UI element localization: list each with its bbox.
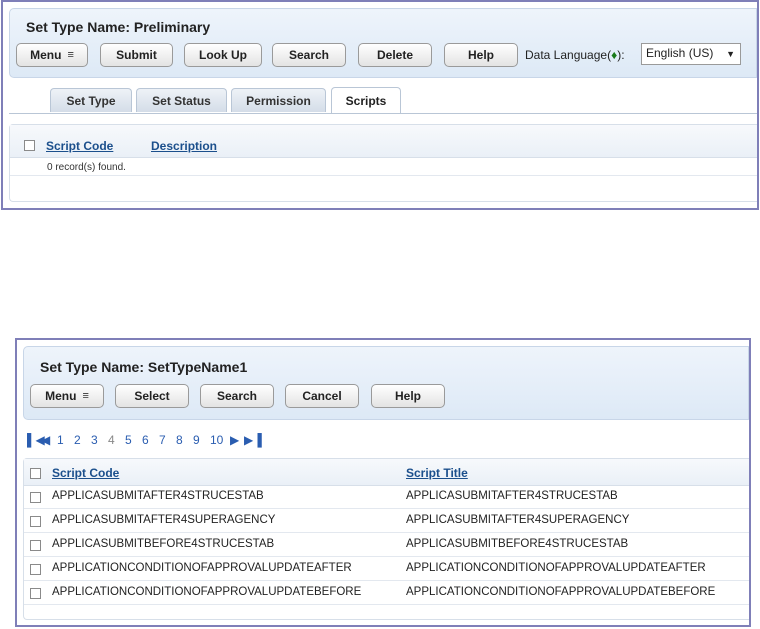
page-link-7[interactable]: 7 <box>159 433 166 447</box>
menu-button-label: Menu <box>30 48 62 62</box>
menu-lines-icon: ≡ <box>82 390 89 402</box>
data-language-label: Data Language(♦): <box>525 48 625 62</box>
page-current-4: 4 <box>108 433 115 447</box>
submit-button[interactable]: Submit <box>100 43 173 67</box>
table-header: Script Code Script Title <box>24 459 749 486</box>
select-all-checkbox[interactable] <box>24 140 35 151</box>
table-row[interactable]: APPLICATIONCONDITIONOFAPPROVALUPDATEAFTE… <box>24 557 749 581</box>
row-checkbox[interactable] <box>30 516 41 527</box>
help-button[interactable]: Help <box>444 43 518 67</box>
script-code-cell: APPLICATIONCONDITIONOFAPPROVALUPDATEBEFO… <box>52 586 362 598</box>
prev-page-icon[interactable]: ◀ <box>41 433 50 447</box>
page-title: Set Type Name: Preliminary <box>26 19 211 35</box>
search-button[interactable]: Search <box>272 43 346 67</box>
column-header-script-code[interactable]: Script Code <box>52 466 119 480</box>
next-page-icon[interactable]: ▶ <box>230 433 239 447</box>
script-title-cell: APPLICATIONCONDITIONOFAPPROVALUPDATEBEFO… <box>406 586 716 598</box>
script-title-cell: APPLICASUBMITAFTER4STRUCESTAB <box>406 490 618 502</box>
data-language-value: English (US) <box>646 46 714 60</box>
script-title-cell: APPLICASUBMITBEFORE4STRUCESTAB <box>406 538 629 550</box>
row-checkbox[interactable] <box>30 564 41 575</box>
page-link-9[interactable]: 9 <box>193 433 200 447</box>
script-code-cell: APPLICASUBMITAFTER4STRUCESTAB <box>52 490 264 502</box>
table-row[interactable]: APPLICASUBMITAFTER4STRUCESTAB APPLICASUB… <box>24 485 749 509</box>
panel-header: Set Type Name: Preliminary Menu ≡ Submit… <box>9 8 757 78</box>
data-language-text: Data Language( <box>525 48 612 62</box>
script-code-cell: APPLICASUBMITAFTER4SUPERAGENCY <box>52 514 276 526</box>
page-title: Set Type Name: SetTypeName1 <box>40 359 248 375</box>
cancel-button[interactable]: Cancel <box>285 384 359 408</box>
page-link-6[interactable]: 6 <box>142 433 149 447</box>
select-all-checkbox[interactable] <box>30 468 41 479</box>
row-checkbox[interactable] <box>30 492 41 503</box>
column-header-script-title[interactable]: Script Title <box>406 466 468 480</box>
help-button[interactable]: Help <box>371 384 445 408</box>
tab-set-status[interactable]: Set Status <box>136 88 227 112</box>
column-header-script-code[interactable]: Script Code <box>46 139 113 153</box>
row-checkbox[interactable] <box>30 588 41 599</box>
menu-button[interactable]: Menu ≡ <box>30 384 104 408</box>
page-link-5[interactable]: 5 <box>125 433 132 447</box>
select-button[interactable]: Select <box>115 384 189 408</box>
set-type-panel-settypename1: Set Type Name: SetTypeName1 Menu ≡ Selec… <box>15 338 751 627</box>
tab-divider <box>9 113 757 114</box>
tab-scripts[interactable]: Scripts <box>331 87 401 113</box>
tab-set-type[interactable]: Set Type <box>50 88 132 112</box>
page-link-1[interactable]: 1 <box>57 433 64 447</box>
data-language-select[interactable]: English (US) ▼ <box>641 43 741 65</box>
scripts-table: Script Code Script Title APPLICASUBMITAF… <box>23 458 749 620</box>
last-page-icon[interactable]: ▶▐ <box>244 433 262 447</box>
search-button[interactable]: Search <box>200 384 274 408</box>
menu-button-label: Menu <box>45 389 77 403</box>
menu-lines-icon: ≡ <box>67 49 74 61</box>
list-header: Script Code Description <box>10 125 757 158</box>
table-row[interactable]: APPLICASUBMITBEFORE4STRUCESTAB APPLICASU… <box>24 533 749 557</box>
chevron-down-icon: ▼ <box>726 49 735 59</box>
tab-permission[interactable]: Permission <box>231 88 326 112</box>
table-row[interactable]: APPLICASUBMITAFTER4SUPERAGENCY APPLICASU… <box>24 509 749 533</box>
page-link-2[interactable]: 2 <box>74 433 81 447</box>
script-code-cell: APPLICATIONCONDITIONOFAPPROVALUPDATEAFTE… <box>52 562 352 574</box>
data-language-suffix: ): <box>617 48 625 62</box>
lookup-button[interactable]: Look Up <box>184 43 262 67</box>
delete-button[interactable]: Delete <box>358 43 432 67</box>
page-link-3[interactable]: 3 <box>91 433 98 447</box>
row-checkbox[interactable] <box>30 540 41 551</box>
table-row[interactable]: APPLICATIONCONDITIONOFAPPROVALUPDATEBEFO… <box>24 581 749 605</box>
script-code-cell: APPLICASUBMITBEFORE4STRUCESTAB <box>52 538 275 550</box>
script-title-cell: APPLICASUBMITAFTER4SUPERAGENCY <box>406 514 630 526</box>
row-divider <box>10 175 757 176</box>
column-header-description[interactable]: Description <box>151 139 217 153</box>
records-count: 0 record(s) found. <box>47 162 126 173</box>
set-type-panel-preliminary: Set Type Name: Preliminary Menu ≡ Submit… <box>1 0 759 210</box>
script-title-cell: APPLICATIONCONDITIONOFAPPROVALUPDATEAFTE… <box>406 562 706 574</box>
page-link-8[interactable]: 8 <box>176 433 183 447</box>
scripts-list: Script Code Description 0 record(s) foun… <box>9 124 757 202</box>
page-link-10[interactable]: 10 <box>210 433 223 447</box>
panel-header: Set Type Name: SetTypeName1 Menu ≡ Selec… <box>23 346 749 420</box>
pagination: ▌◀ ◀ 1 2 3 4 5 6 7 8 9 10 ▶ ▶▐ <box>27 433 327 449</box>
menu-button[interactable]: Menu ≡ <box>16 43 88 67</box>
